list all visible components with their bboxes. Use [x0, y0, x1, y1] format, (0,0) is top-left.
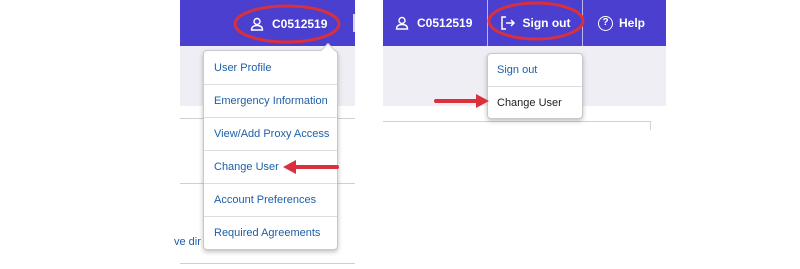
help-icon: ?	[598, 15, 613, 31]
sign-out-button[interactable]: Sign out	[487, 0, 583, 46]
user-menu-button[interactable]: C0512519	[395, 10, 472, 36]
menu-item-change-user[interactable]: Change User	[488, 87, 582, 120]
truncated-link-text[interactable]: ve dir	[174, 236, 201, 248]
divider-line	[383, 121, 651, 122]
user-icon	[250, 17, 264, 31]
user-id-label: C0512519	[417, 16, 473, 30]
menu-item-change-user[interactable]: Change User	[204, 151, 337, 184]
header-divider	[353, 14, 355, 32]
user-icon	[395, 16, 409, 30]
sign-out-dropdown-menu: Sign out Change User	[487, 53, 583, 119]
sign-out-icon	[500, 16, 515, 30]
divider-line	[650, 121, 651, 130]
menu-item-view-add-proxy-access[interactable]: View/Add Proxy Access	[204, 118, 337, 151]
help-label: Help	[619, 16, 646, 30]
menu-item-emergency-information[interactable]: Emergency Information	[204, 85, 337, 118]
sign-out-label: Sign out	[522, 16, 571, 30]
help-button[interactable]: ? Help	[598, 10, 645, 36]
user-menu-button[interactable]: C0512519	[237, 10, 337, 38]
user-id-label: C0512519	[272, 17, 328, 31]
menu-item-user-profile[interactable]: User Profile	[204, 52, 337, 85]
menu-item-account-preferences[interactable]: Account Preferences	[204, 184, 337, 217]
divider-line	[180, 263, 355, 264]
user-dropdown-menu: User Profile Emergency Information View/…	[203, 42, 338, 250]
menu-item-sign-out[interactable]: Sign out	[488, 54, 582, 87]
menu-item-required-agreements[interactable]: Required Agreements	[204, 217, 337, 250]
